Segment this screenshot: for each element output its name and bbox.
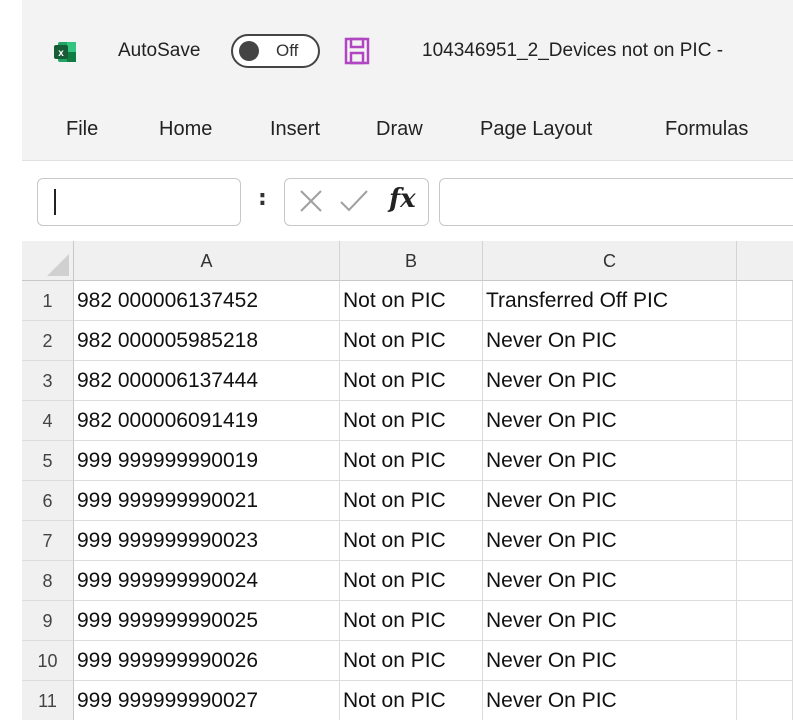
row-header[interactable]: 1 (22, 281, 74, 321)
excel-logo-icon: x (54, 42, 76, 62)
row-header[interactable]: 3 (22, 361, 74, 401)
cell-a[interactable]: 982 000005985218 (74, 321, 340, 361)
formula-bar-grip[interactable]: : (258, 186, 267, 211)
cell-a[interactable]: 999 999999990027 (74, 681, 340, 720)
cell-b[interactable]: Not on PIC (340, 641, 483, 681)
cell-a[interactable]: 982 000006091419 (74, 401, 340, 441)
cell-d[interactable] (737, 321, 793, 361)
cell-c[interactable]: Never On PIC (483, 361, 737, 401)
tab-insert[interactable]: Insert (270, 118, 320, 141)
autosave-state: Off (276, 41, 299, 60)
cell-b[interactable]: Not on PIC (340, 441, 483, 481)
row-header[interactable]: 4 (22, 401, 74, 441)
cell-c[interactable]: Never On PIC (483, 521, 737, 561)
cell-a[interactable]: 999 999999990025 (74, 601, 340, 641)
cell-d[interactable] (737, 681, 793, 720)
cell-b[interactable]: Not on PIC (340, 521, 483, 561)
select-all-corner[interactable] (22, 241, 74, 281)
tab-page-layout[interactable]: Page Layout (480, 118, 592, 141)
cell-d[interactable] (737, 481, 793, 521)
cell-b[interactable]: Not on PIC (340, 481, 483, 521)
select-all-triangle-icon (47, 254, 69, 276)
cell-c[interactable]: Never On PIC (483, 641, 737, 681)
row-header[interactable]: 8 (22, 561, 74, 601)
row-header[interactable]: 6 (22, 481, 74, 521)
cell-c[interactable]: Never On PIC (483, 481, 737, 521)
cell-d[interactable] (737, 401, 793, 441)
cell-c[interactable]: Never On PIC (483, 681, 737, 720)
cell-b[interactable]: Not on PIC (340, 321, 483, 361)
tab-file[interactable]: File (66, 118, 98, 141)
column-header-c[interactable]: C (483, 241, 737, 281)
column-header-b[interactable]: B (340, 241, 483, 281)
cancel-icon[interactable] (298, 188, 324, 214)
column-header-d[interactable] (737, 241, 793, 281)
autosave-toggle[interactable]: Off (231, 34, 320, 68)
save-icon[interactable] (344, 37, 370, 65)
cell-c[interactable]: Never On PIC (483, 601, 737, 641)
cell-d[interactable] (737, 281, 793, 321)
tab-formulas[interactable]: Formulas (665, 118, 748, 141)
cell-a[interactable]: 982 000006137444 (74, 361, 340, 401)
title-bar: x AutoSave Off 104346951_2_Devices not o… (22, 0, 793, 104)
cell-c[interactable]: Never On PIC (483, 561, 737, 601)
cell-b[interactable]: Not on PIC (340, 681, 483, 720)
row-header[interactable]: 10 (22, 641, 74, 681)
name-box[interactable] (37, 178, 241, 226)
document-title: 104346951_2_Devices not on PIC - (422, 40, 724, 61)
cell-a[interactable]: 999 999999990021 (74, 481, 340, 521)
cell-c[interactable]: Never On PIC (483, 401, 737, 441)
text-caret (54, 189, 56, 215)
formula-input[interactable] (439, 178, 793, 226)
row-header[interactable]: 2 (22, 321, 74, 361)
cell-d[interactable] (737, 441, 793, 481)
cell-b[interactable]: Not on PIC (340, 281, 483, 321)
svg-text:x: x (58, 48, 64, 59)
row-header[interactable]: 11 (22, 681, 74, 720)
autosave-label: AutoSave (118, 40, 201, 61)
cell-d[interactable] (737, 521, 793, 561)
cell-a[interactable]: 999 999999990024 (74, 561, 340, 601)
toggle-knob (239, 41, 259, 61)
cell-d[interactable] (737, 601, 793, 641)
cell-a[interactable]: 999 999999990019 (74, 441, 340, 481)
column-header-a[interactable]: A (74, 241, 340, 281)
cell-a[interactable]: 982 000006137452 (74, 281, 340, 321)
cell-d[interactable] (737, 361, 793, 401)
cell-b[interactable]: Not on PIC (340, 561, 483, 601)
cell-c[interactable]: Transferred Off PIC (483, 281, 737, 321)
cell-c[interactable]: Never On PIC (483, 321, 737, 361)
row-header[interactable]: 7 (22, 521, 74, 561)
row-header[interactable]: 9 (22, 601, 74, 641)
tab-draw[interactable]: Draw (376, 118, 423, 141)
cell-b[interactable]: Not on PIC (340, 361, 483, 401)
row-header[interactable]: 5 (22, 441, 74, 481)
cell-d[interactable] (737, 561, 793, 601)
excel-window: x AutoSave Off 104346951_2_Devices not o… (22, 0, 793, 720)
insert-function-icon[interactable]: fx (389, 184, 416, 214)
tab-home[interactable]: Home (159, 118, 212, 141)
cell-b[interactable]: Not on PIC (340, 601, 483, 641)
enter-check-icon[interactable] (339, 188, 369, 214)
cell-c[interactable]: Never On PIC (483, 441, 737, 481)
cell-d[interactable] (737, 641, 793, 681)
cell-a[interactable]: 999 999999990026 (74, 641, 340, 681)
cell-a[interactable]: 999 999999990023 (74, 521, 340, 561)
cell-b[interactable]: Not on PIC (340, 401, 483, 441)
